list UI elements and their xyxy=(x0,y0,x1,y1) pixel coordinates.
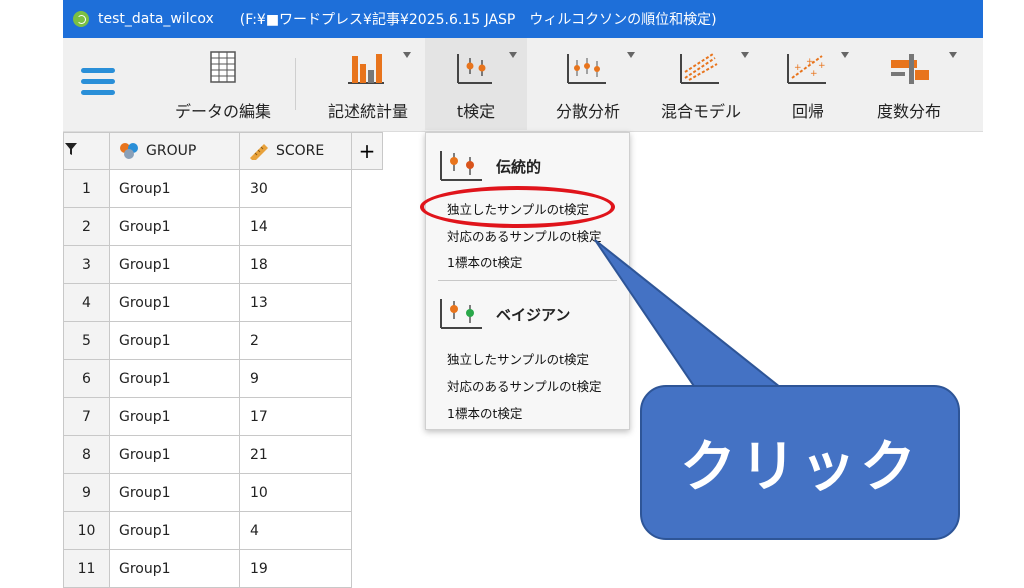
callout-bubble: クリック xyxy=(640,385,960,540)
callout-text: クリック xyxy=(680,435,920,500)
